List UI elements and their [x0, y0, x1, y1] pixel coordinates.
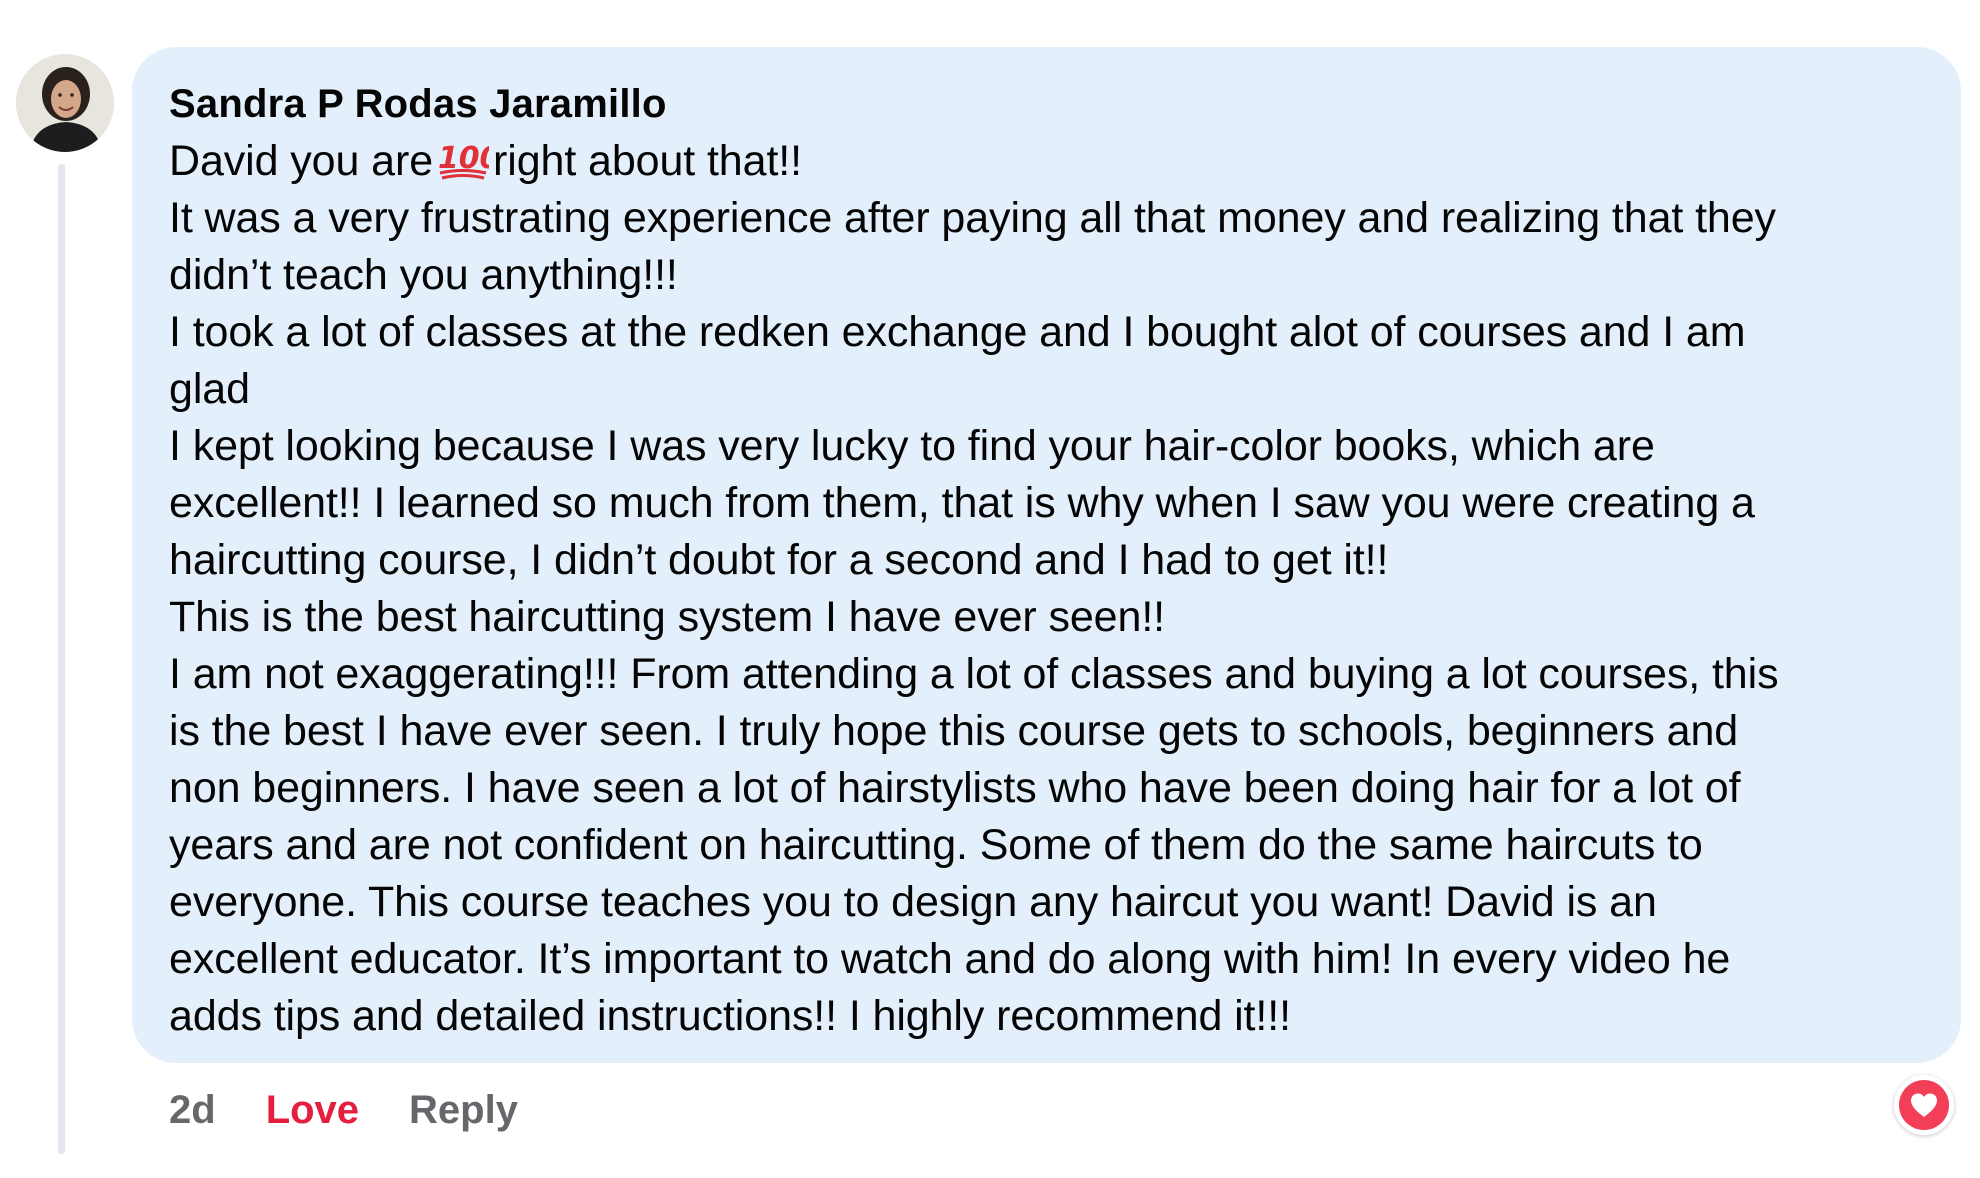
hundred-points-emoji: 100: [437, 135, 500, 181]
reply-button[interactable]: Reply: [409, 1088, 518, 1133]
love-button[interactable]: Love: [266, 1088, 359, 1133]
comment-line: David you are 100 right about that!!: [169, 133, 1921, 190]
comment-line: didn’t teach you anything!!!: [169, 251, 678, 299]
comment-line: I kept looking because I was very lucky …: [169, 422, 1655, 470]
comment-line: This is the best haircutting system I ha…: [169, 593, 1166, 641]
comment-author[interactable]: Sandra P Rodas Jaramillo: [169, 75, 1921, 133]
comment-line: everyone. This course teaches you to des…: [169, 878, 1657, 926]
comment-line: years and are not confident on haircutti…: [169, 821, 1703, 869]
comment-line: I took a lot of classes at the redken ex…: [169, 308, 1746, 356]
comment-actions: 2d Love Reply: [169, 1080, 518, 1140]
comment-timestamp[interactable]: 2d: [169, 1088, 216, 1133]
author-avatar[interactable]: [16, 54, 114, 152]
comment-bubble: Sandra P Rodas Jaramillo David you are 1…: [132, 47, 1961, 1063]
comment-line: is the best I have ever seen. I truly ho…: [169, 707, 1739, 755]
reaction-badge[interactable]: [1894, 1075, 1954, 1135]
heart-icon: [1899, 1080, 1949, 1130]
comment-line: haircutting course, I didn’t doubt for a…: [169, 536, 1389, 584]
thread-line: [58, 164, 65, 1154]
comment-line: non beginners. I have seen a lot of hair…: [169, 764, 1741, 812]
comment-line: It was a very frustrating experience aft…: [169, 194, 1776, 242]
comment-text: right about that!!: [493, 137, 802, 185]
comment-line: excellent!! I learned so much from them,…: [169, 479, 1755, 527]
comment-line: glad: [169, 365, 250, 413]
avatar-photo: [16, 54, 114, 152]
comment-line: adds tips and detailed instructions!! I …: [169, 992, 1291, 1040]
comment-text: David you are: [169, 137, 434, 185]
comment-line: excellent educator. It’s important to wa…: [169, 935, 1731, 983]
comment-line: I am not exaggerating!!! From attending …: [169, 650, 1779, 698]
